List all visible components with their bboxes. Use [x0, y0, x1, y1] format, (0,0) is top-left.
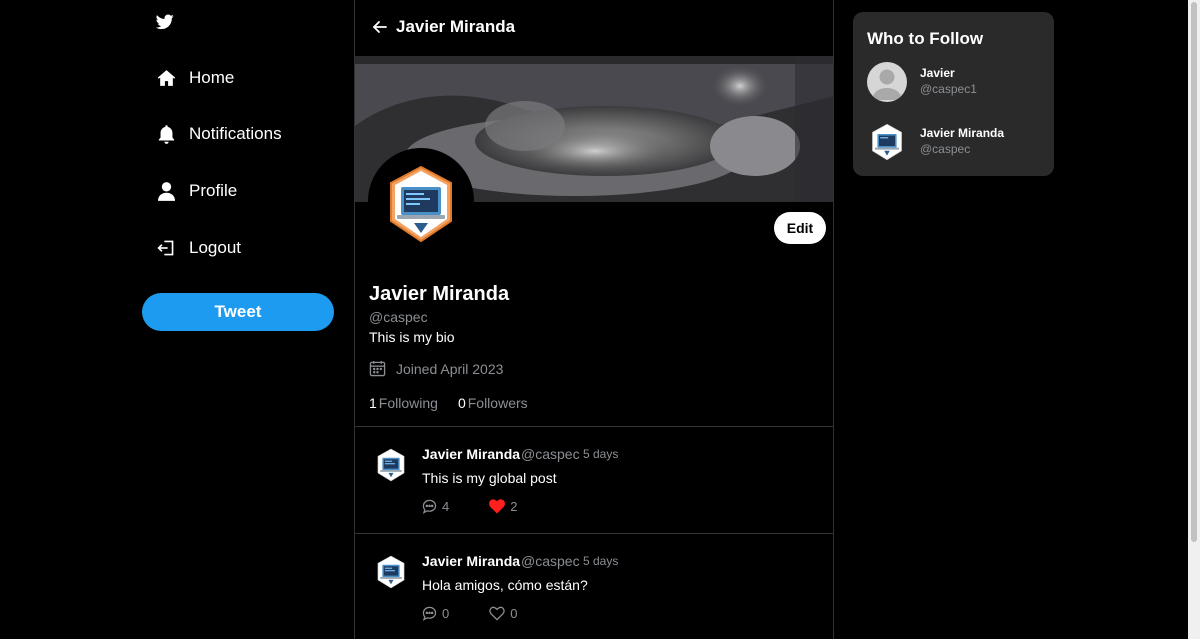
post-avatar[interactable] — [373, 447, 409, 483]
who-to-follow-panel: Who to Follow Javier @caspec1 Javier Mir… — [853, 12, 1054, 176]
nav-notifications[interactable]: Notifications — [156, 119, 282, 149]
profile-bio: This is my bio — [369, 329, 455, 345]
post-item[interactable]: Javier Miranda @caspec 5 days This is my… — [355, 427, 833, 534]
nav-profile-label: Profile — [189, 181, 238, 200]
logout-icon — [156, 238, 176, 258]
like-count: 0 — [510, 606, 518, 621]
page-scrollbar[interactable] — [1188, 0, 1200, 639]
post-actions: 0 0 — [422, 606, 545, 621]
suggested-user-name: Javier Miranda — [920, 126, 1005, 140]
nav-profile[interactable]: Profile — [156, 176, 237, 206]
comment-button[interactable]: 0 — [422, 606, 449, 621]
profile-main-column: Javier Miranda Edit Javier Miranda @casp… — [354, 0, 834, 639]
header-title: Javier Miranda — [396, 17, 516, 36]
suggested-user[interactable]: Javier Miranda @caspec — [867, 122, 1047, 164]
calendar-icon — [369, 360, 386, 377]
following-count: 1 — [369, 395, 377, 411]
profile-handle: @caspec — [369, 309, 428, 325]
post-author-handle: @caspec — [521, 446, 580, 462]
followers-count: 0 — [457, 395, 466, 411]
nav-notifications-label: Notifications — [189, 124, 282, 143]
back-arrow-icon[interactable] — [372, 19, 388, 35]
post-author-handle: @caspec — [521, 553, 580, 569]
following-label: Following — [378, 395, 438, 411]
comment-button[interactable]: 4 — [422, 499, 449, 514]
post-actions: 4 2 — [422, 499, 545, 514]
post-text: This is my global post — [422, 470, 557, 486]
suggested-user[interactable]: Javier @caspec1 — [867, 62, 1047, 104]
post-item[interactable]: Javier Miranda @caspec 5 days Hola amigo… — [355, 534, 833, 639]
follow-stats: 1 Following 0 Followers — [369, 395, 548, 411]
suggested-user-name: Javier — [920, 66, 955, 80]
edit-profile-button[interactable]: Edit — [774, 212, 826, 244]
post-author-name[interactable]: Javier Miranda — [422, 446, 520, 462]
suggested-user-handle: @caspec — [920, 142, 971, 156]
suggested-user-handle: @caspec1 — [920, 82, 977, 96]
profile-name: Javier Miranda — [369, 283, 510, 305]
post-author-name[interactable]: Javier Miranda — [422, 553, 520, 569]
default-avatar-icon — [867, 62, 907, 102]
post-text: Hola amigos, cómo están? — [422, 577, 588, 593]
heart-filled-icon — [489, 499, 506, 514]
comment-count: 4 — [442, 499, 450, 514]
nav-logout-label: Logout — [189, 238, 241, 257]
user-avatar — [867, 122, 907, 162]
post-avatar[interactable] — [373, 554, 409, 590]
following-stat[interactable]: 1 Following — [369, 395, 438, 411]
followers-label: Followers — [467, 395, 528, 411]
twitter-logo-icon[interactable] — [156, 14, 174, 30]
profile-avatar[interactable] — [368, 148, 474, 254]
like-button[interactable]: 0 — [489, 606, 517, 621]
user-icon — [156, 181, 176, 201]
like-count: 2 — [510, 499, 518, 514]
who-to-follow-title: Who to Follow — [867, 29, 984, 48]
tweet-button[interactable]: Tweet — [142, 293, 334, 331]
joined-date: Joined April 2023 — [369, 360, 503, 377]
post-timestamp: 5 days — [583, 447, 619, 461]
heart-outline-icon — [489, 606, 505, 621]
comment-icon — [422, 606, 437, 621]
home-icon — [156, 68, 176, 88]
profile-header: Javier Miranda — [355, 0, 833, 56]
post-timestamp: 5 days — [583, 554, 619, 568]
nav-logout[interactable]: Logout — [156, 233, 241, 263]
followers-stat[interactable]: 0 Followers — [458, 395, 528, 411]
like-button[interactable]: 2 — [489, 499, 517, 514]
comment-count: 0 — [442, 606, 450, 621]
nav-home-label: Home — [189, 68, 235, 87]
joined-label: Joined April 2023 — [396, 360, 504, 377]
bell-icon — [156, 124, 176, 144]
scrollbar-thumb[interactable] — [1191, 2, 1197, 542]
comment-icon — [422, 499, 437, 514]
left-sidebar: Home Notifications Profile Logout Tweet — [0, 0, 354, 639]
nav-home[interactable]: Home — [156, 63, 234, 93]
